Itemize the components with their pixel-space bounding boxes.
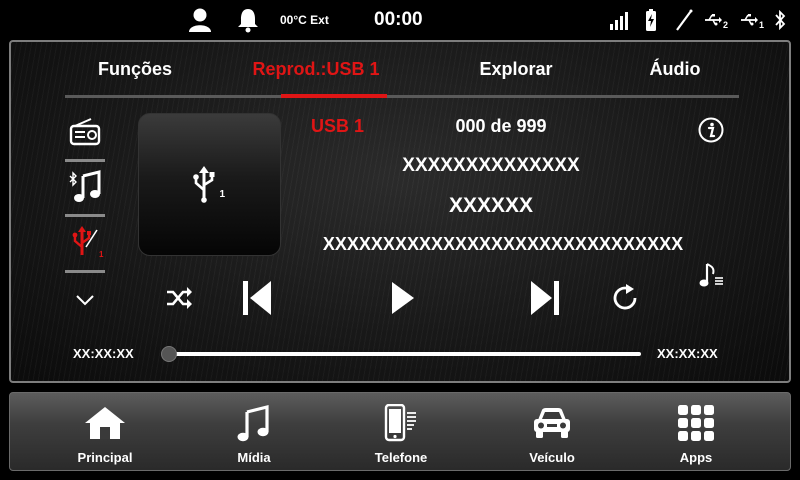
source-divider (65, 214, 105, 217)
bluetooth-icon (774, 0, 788, 40)
car-icon (497, 403, 607, 443)
progress-handle[interactable] (161, 346, 177, 362)
tab-audio[interactable]: Áudio (637, 59, 713, 83)
shuffle-icon[interactable] (161, 280, 197, 316)
album-art: 1 (138, 113, 281, 256)
playlist-icon[interactable] (695, 258, 729, 292)
repeat-icon[interactable] (609, 280, 643, 316)
nav-apps[interactable]: Apps (641, 393, 751, 472)
source-label: USB 1 (311, 116, 365, 136)
usb-2-sub: 2 (723, 20, 729, 30)
bluetooth-music-icon[interactable] (65, 167, 105, 207)
total-time: XX:XX:XX (657, 346, 718, 361)
media-panel: Funções Reprod.:USB 1 Explorar Áudio 1 1… (9, 40, 791, 383)
music-note-icon (199, 403, 309, 443)
usb-icon: 1 (190, 165, 230, 205)
nav-label: Principal (77, 450, 133, 465)
home-icon (50, 403, 160, 443)
track-title: XXXXXXXXXXXXXX (402, 155, 580, 176)
nav-label: Apps (679, 450, 713, 465)
next-track-icon[interactable] (525, 278, 565, 318)
source-divider (65, 270, 105, 273)
tab-reprod-usb[interactable]: Reprod.:USB 1 (245, 59, 387, 83)
nav-label: Mídia (237, 450, 271, 465)
art-usb-sub: 1 (219, 188, 226, 200)
bell-icon[interactable] (236, 0, 260, 40)
play-icon[interactable] (383, 278, 423, 318)
track-album: XXXXXXXXXXXXXXXXXXXXXXXXXXXXXX (322, 234, 684, 254)
clock: 00:00 (374, 9, 423, 30)
usb-2-icon: 2 (704, 0, 730, 40)
nav-label: Veículo (529, 450, 575, 465)
source-divider (65, 159, 105, 162)
battery-icon (645, 0, 659, 40)
user-icon[interactable] (188, 0, 214, 40)
usb-1-icon: 1 (740, 0, 766, 40)
active-tab-indicator (281, 94, 387, 98)
usb-source-icon[interactable]: 1 (65, 222, 105, 262)
track-artist: XXXXXX (448, 194, 534, 217)
tab-divider (65, 95, 739, 98)
nav-midia[interactable]: Mídia (199, 393, 309, 472)
phone-icon (346, 403, 456, 443)
usb-1-sub: 1 (759, 20, 765, 30)
signal-icon (610, 0, 632, 40)
tab-funcoes[interactable]: Funções (87, 59, 183, 83)
outside-temperature: 00°C Ext (280, 13, 329, 27)
previous-track-icon[interactable] (237, 278, 277, 318)
track-counter: 000 de 999 (455, 116, 547, 136)
radio-icon[interactable] (65, 112, 105, 152)
nav-label: Telefone (374, 450, 428, 465)
info-icon[interactable] (697, 116, 725, 144)
nav-principal[interactable]: Principal (50, 393, 160, 472)
tab-explorar[interactable]: Explorar (466, 59, 566, 83)
nav-veiculo[interactable]: Veículo (497, 393, 607, 472)
progress-track[interactable] (173, 352, 641, 356)
usb-source-sub: 1 (99, 250, 104, 259)
bottom-nav: Principal Mídia Telefone Veículo Apps (9, 392, 791, 471)
antenna-icon (675, 0, 693, 40)
apps-grid-icon (641, 403, 751, 443)
chevron-down-icon[interactable] (65, 280, 105, 320)
elapsed-time: XX:XX:XX (73, 346, 134, 361)
status-bar: 00°C Ext 00:00 2 1 (0, 0, 800, 40)
nav-telefone[interactable]: Telefone (346, 393, 456, 472)
